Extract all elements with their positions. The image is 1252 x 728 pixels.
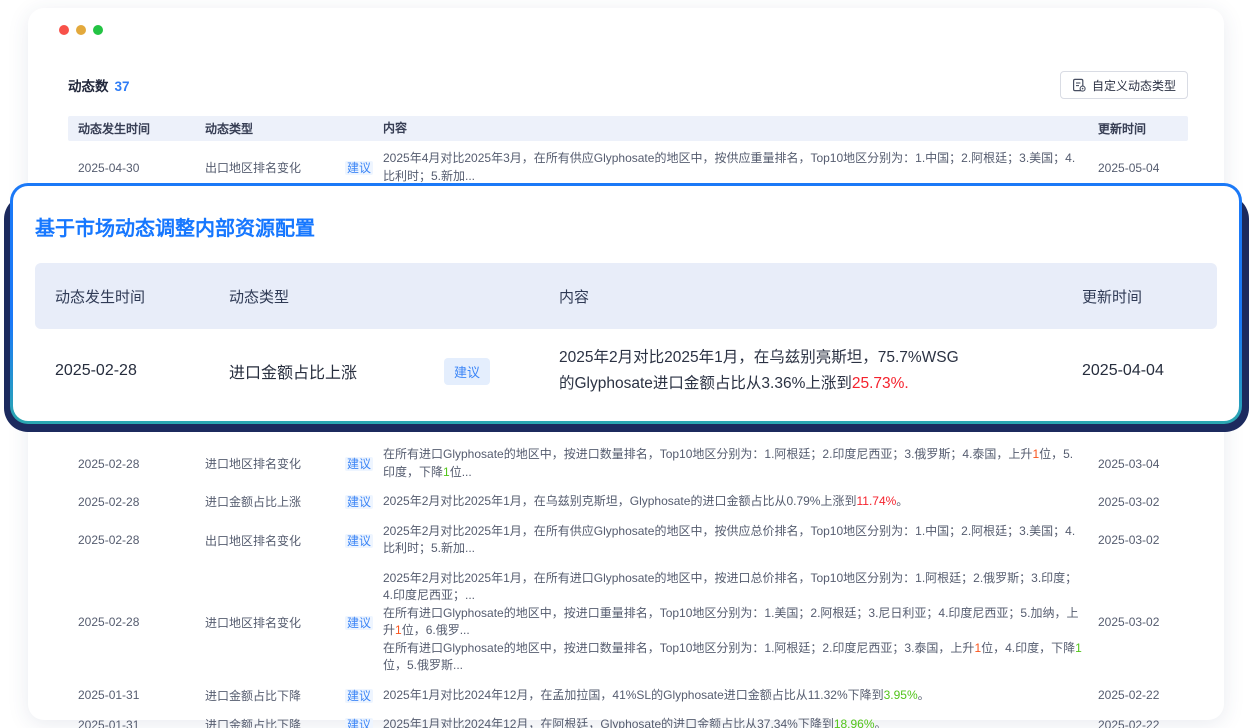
overlay-row-time: 2025-02-28 xyxy=(55,362,229,380)
dynamics-count-label: 动态数 xyxy=(68,79,109,94)
row-content: 2025年2月对比2025年1月，在所有供应Glyphosate的地区中，按供应… xyxy=(383,523,1098,558)
suggestion-tag: 建议 xyxy=(345,616,373,630)
col-header-type: 动态类型 xyxy=(205,120,383,137)
overlay-col-header-type: 动态类型 xyxy=(229,286,444,307)
minimize-window-button[interactable] xyxy=(76,25,86,35)
row-type: 进口金额占比上涨 xyxy=(205,493,345,510)
suggestion-tag: 建议 xyxy=(345,534,373,548)
table-row[interactable]: 2025-01-31进口金额占比下降建议 2025年1月对比2024年12月，在阿… xyxy=(68,710,1188,728)
maximize-window-button[interactable] xyxy=(93,25,103,35)
row-type: 进口地区排名变化 xyxy=(205,614,345,631)
row-time: 2025-02-28 xyxy=(68,533,205,547)
dynamics-count: 动态数 37 xyxy=(68,75,130,95)
row-time: 2025-02-28 xyxy=(68,457,205,471)
overlay-title: 基于市场动态调整内部资源配置 xyxy=(35,212,1217,241)
row-tag-cell: 建议 xyxy=(345,532,383,549)
customize-button-label: 自定义动态类型 xyxy=(1092,77,1176,94)
overlay-row-tag-cell: 建议 xyxy=(444,358,559,385)
suggestion-tag: 建议 xyxy=(345,161,373,175)
row-tag-cell: 建议 xyxy=(345,455,383,472)
table-row[interactable]: 2025-02-28进口金额占比上涨建议 2025年2月对比2025年1月，在乌兹… xyxy=(68,487,1188,517)
row-content: 2025年4月对比2025年3月，在所有供应Glyphosate的地区中，按供应… xyxy=(383,150,1098,185)
row-updated: 2025-03-02 xyxy=(1098,615,1188,629)
suggestion-tag: 建议 xyxy=(345,495,373,509)
overlay-col-header-time: 动态发生时间 xyxy=(55,286,229,307)
overlay-row-updated: 2025-04-04 xyxy=(1082,362,1197,380)
row-time: 2025-02-28 xyxy=(68,615,205,629)
dynamics-count-value: 37 xyxy=(115,79,130,94)
row-updated: 2025-02-22 xyxy=(1098,688,1188,702)
suggestion-tag: 建议 xyxy=(345,457,373,471)
row-tag-cell: 建议 xyxy=(345,716,383,728)
suggestion-tag: 建议 xyxy=(345,718,373,728)
row-time: 2025-01-31 xyxy=(68,688,205,702)
row-content: 2025年1月对比2024年12月，在阿根廷，Glyphosate的进口金额占比… xyxy=(383,716,1098,728)
overlay-row-content: 2025年2月对比2025年1月，在乌兹别亮斯坦，75.7%WSG的Glypho… xyxy=(559,345,1082,397)
highlight-panel-body: 基于市场动态调整内部资源配置 动态发生时间 动态类型 内容 更新时间 2025-… xyxy=(13,186,1239,421)
col-header-time: 动态发生时间 xyxy=(68,120,205,137)
row-time: 2025-02-28 xyxy=(68,495,205,509)
suggestion-tag: 建议 xyxy=(444,358,490,385)
overlay-table-header: 动态发生时间 动态类型 内容 更新时间 xyxy=(35,263,1217,329)
row-type: 出口地区排名变化 xyxy=(205,159,345,176)
row-updated: 2025-03-02 xyxy=(1098,495,1188,509)
row-tag-cell: 建议 xyxy=(345,159,383,176)
customize-document-gear-icon xyxy=(1072,78,1086,92)
row-type: 出口地区排名变化 xyxy=(205,532,345,549)
row-time: 2025-04-30 xyxy=(68,161,205,175)
row-tag-cell: 建议 xyxy=(345,614,383,631)
row-content: 在所有进口Glyphosate的地区中，按进口数量排名，Top10地区分别为：1… xyxy=(383,446,1098,481)
table-row[interactable]: 2025-02-28出口地区排名变化建议 2025年2月对比2025年1月，在所有… xyxy=(68,517,1188,564)
row-tag-cell: 建议 xyxy=(345,493,383,510)
row-content: 2025年1月对比2024年12月，在孟加拉国，41%SL的Glyphosate… xyxy=(383,687,1098,705)
overlay-col-header-updated: 更新时间 xyxy=(1082,286,1197,307)
overlay-table-row[interactable]: 2025-02-28 进口金额占比上涨 建议 2025年2月对比2025年1月，… xyxy=(35,329,1217,413)
row-updated: 2025-02-22 xyxy=(1098,718,1188,728)
table-row[interactable]: 2025-02-28进口地区排名变化建议 2025年2月对比2025年1月，在所有… xyxy=(68,564,1188,681)
overlay-row-type: 进口金额占比上涨 xyxy=(229,359,444,383)
row-content: 2025年2月对比2025年1月，在乌兹别克斯坦，Glyphosate的进口金额… xyxy=(383,493,1098,511)
highlight-panel: 基于市场动态调整内部资源配置 动态发生时间 动态类型 内容 更新时间 2025-… xyxy=(10,183,1242,424)
row-time: 2025-01-31 xyxy=(68,718,205,728)
col-header-updated: 更新时间 xyxy=(1098,120,1188,137)
row-tag-cell: 建议 xyxy=(345,687,383,704)
customize-dynamic-type-button[interactable]: 自定义动态类型 xyxy=(1060,71,1188,99)
overlay-col-header-content: 内容 xyxy=(559,286,1082,307)
row-type: 进口金额占比下降 xyxy=(205,687,345,704)
table-row[interactable]: 2025-01-31进口金额占比下降建议 2025年1月对比2024年12月，在孟… xyxy=(68,681,1188,711)
row-type: 进口金额占比下降 xyxy=(205,716,345,728)
toolbar: 动态数 37 自定义动态类型 xyxy=(68,70,1188,100)
row-content: 2025年2月对比2025年1月，在所有进口Glyphosate的地区中，按进口… xyxy=(383,570,1098,675)
row-type: 进口地区排名变化 xyxy=(205,455,345,472)
close-window-button[interactable] xyxy=(59,25,69,35)
table-row[interactable]: 2025-02-28进口地区排名变化建议在所有进口Glyphosate的地区中，… xyxy=(68,440,1188,487)
suggestion-tag: 建议 xyxy=(345,689,373,703)
window-controls xyxy=(59,25,103,35)
row-updated: 2025-03-04 xyxy=(1098,457,1188,471)
row-updated: 2025-05-04 xyxy=(1098,161,1188,175)
col-header-content: 内容 xyxy=(383,120,1098,138)
page: 动态数 37 自定义动态类型 动态发生时间 动态类型 xyxy=(0,0,1252,728)
row-updated: 2025-03-02 xyxy=(1098,533,1188,547)
table-header-row: 动态发生时间 动态类型 内容 更新时间 xyxy=(68,116,1188,141)
